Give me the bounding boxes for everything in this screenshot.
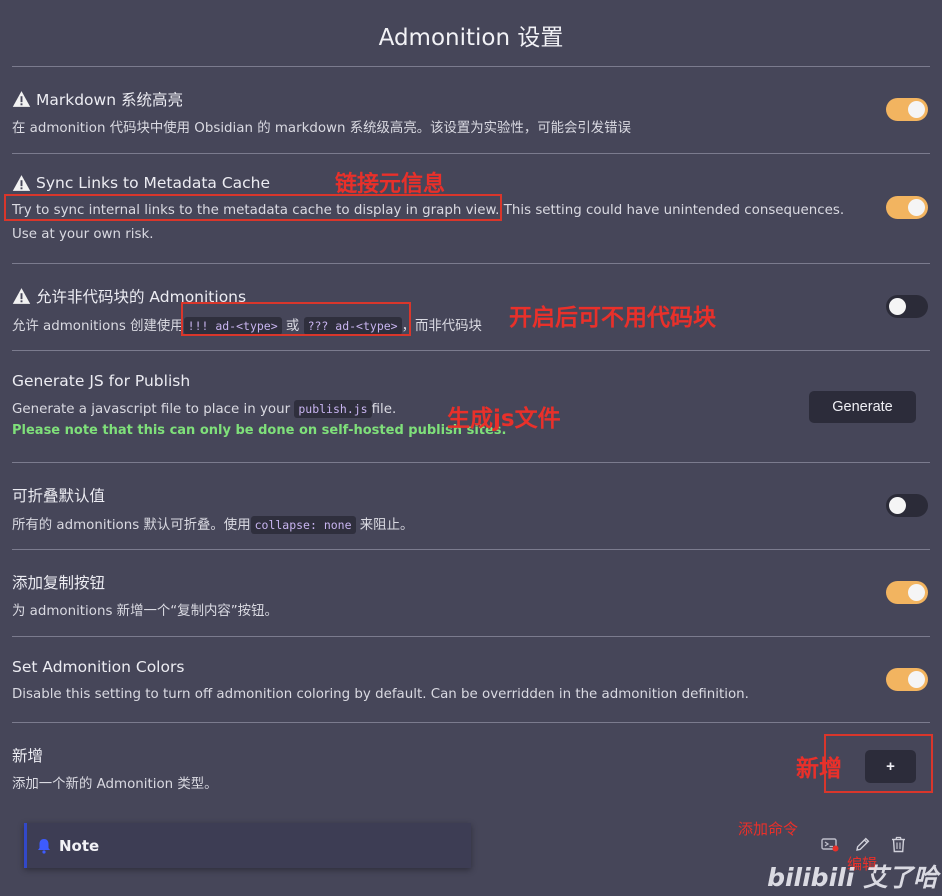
setting-name: Generate JS for Publish <box>12 372 191 390</box>
bell-icon <box>38 838 50 854</box>
divider <box>12 153 930 154</box>
desc-text: 允许 admonitions 创建使用 <box>12 319 184 334</box>
toggle-knob <box>908 199 925 216</box>
warning-icon <box>12 91 31 107</box>
setting-name: 新增 <box>12 747 44 765</box>
annotation-sync-links: 链接元信息 <box>335 172 446 197</box>
annotation-add-new: 新增 <box>796 756 842 782</box>
annotation-add-command: 添加命令 <box>738 820 799 838</box>
setting-description: Disable this setting to turn off admonit… <box>12 687 749 702</box>
toggle-knob <box>908 671 925 688</box>
desc-rest: This setting could have unintended conse… <box>499 203 845 218</box>
non-codeblock-toggle[interactable] <box>886 295 928 318</box>
watermark: bilibili 艾了哈 <box>767 863 938 892</box>
toggle-knob <box>889 497 906 514</box>
toggle-knob <box>908 101 925 118</box>
edit-icon[interactable] <box>854 836 871 853</box>
admonition-colors-toggle[interactable] <box>886 668 928 691</box>
setting-description: 允许 admonitions 创建使用!!! ad-<type> 或 ??? a… <box>12 314 930 339</box>
toggle-knob <box>908 584 925 601</box>
setting-name: 可折叠默认值 <box>12 487 106 505</box>
toggle-knob <box>889 298 906 315</box>
setting-description: 在 admonition 代码块中使用 Obsidian 的 markdown … <box>12 121 631 136</box>
code-snippet: publish.js <box>294 400 372 418</box>
divider <box>12 263 930 264</box>
setting-description: 为 admonitions 新增一个“复制内容”按钮。 <box>12 604 278 619</box>
setting-collapsible-default: 可折叠默认值 所有的 admonitions 默认可折叠。使用 collapse:… <box>12 484 930 538</box>
divider <box>12 722 930 723</box>
setting-name: 添加复制按钮 <box>12 574 106 592</box>
trash-icon[interactable] <box>891 836 906 853</box>
annotation-non-codeblock: 开启后可不用代码块 <box>509 305 716 331</box>
setting-description: 所有的 admonitions 默认可折叠。使用 collapse: none 来… <box>12 513 930 538</box>
code-snippet: collapse: none <box>250 516 356 534</box>
warning-icon <box>12 175 31 191</box>
add-command-icon[interactable] <box>821 836 839 852</box>
annotation-generate-js: 生成js文件 <box>447 406 561 432</box>
setting-name: Sync Links to Metadata Cache <box>36 174 271 192</box>
collapsible-default-toggle[interactable] <box>886 494 928 517</box>
setting-copy-button: 添加复制按钮 为 admonitions 新增一个“复制内容”按钮。 <box>12 571 930 624</box>
divider <box>12 636 930 637</box>
setting-non-codeblock: 允许非代码块的 Admonitions 允许 admonitions 创建使用!… <box>12 285 930 339</box>
divider <box>12 66 930 67</box>
setting-name: Set Admonition Colors <box>12 658 185 676</box>
divider <box>12 462 930 463</box>
annotation-box <box>4 194 502 221</box>
generate-button[interactable]: Generate <box>809 391 916 423</box>
setting-description: 添加一个新的 Admonition 类型。 <box>12 777 218 792</box>
setting-description-line2: Use at your own risk. <box>12 227 154 242</box>
desc-text: Generate a javascript file to place in y… <box>12 402 291 417</box>
warning-icon <box>12 288 31 304</box>
desc-text: ，而非代码块 <box>401 319 482 334</box>
setting-markdown-highlight: Markdown 系统高亮 在 admonition 代码块中使用 Obsidi… <box>12 88 930 141</box>
desc-text: file. <box>371 402 397 417</box>
setting-add-new: 新增 添加一个新的 Admonition 类型。 <box>12 744 930 797</box>
divider <box>12 350 930 351</box>
page-title: Admonition 设置 <box>378 25 564 51</box>
admonition-title: Note <box>59 836 100 855</box>
copy-button-toggle[interactable] <box>886 581 928 604</box>
setting-admonition-colors: Set Admonition Colors Disable this setti… <box>12 658 930 707</box>
sync-links-toggle[interactable] <box>886 196 928 219</box>
annotation-box <box>181 302 411 336</box>
markdown-highlight-toggle[interactable] <box>886 98 928 121</box>
setting-name: Markdown 系统高亮 <box>36 91 183 109</box>
desc-text: 来阻止。 <box>359 518 414 533</box>
divider <box>12 549 930 550</box>
admonition-item-note: Note <box>24 823 471 868</box>
desc-text: 所有的 admonitions 默认可折叠。使用 <box>12 518 251 533</box>
